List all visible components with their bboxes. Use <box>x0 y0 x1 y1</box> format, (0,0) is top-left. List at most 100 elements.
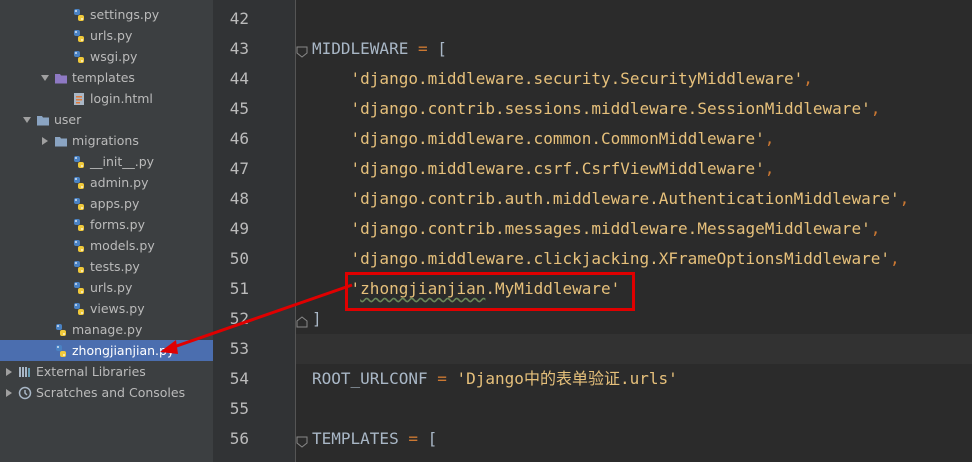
tree-item[interactable]: user <box>0 109 213 130</box>
operator-token: , <box>899 189 910 208</box>
operator-token: = <box>437 369 447 388</box>
tree-item[interactable]: zhongjianjian.py <box>0 340 213 361</box>
tree-item-label: login.html <box>90 91 153 106</box>
operator-token: , <box>870 99 881 118</box>
string-token: 'django.middleware.common.CommonMiddlewa… <box>312 129 765 148</box>
python-file-icon <box>72 260 86 274</box>
tree-item[interactable]: wsgi.py <box>0 46 213 67</box>
current-line-highlight <box>296 334 972 364</box>
tree-item-label: tests.py <box>90 259 140 274</box>
tree-item-label: admin.py <box>90 175 149 190</box>
code-line[interactable]: 'django.middleware.csrf.CsrfViewMiddlewa… <box>312 154 775 184</box>
python-file-icon <box>72 281 86 295</box>
line-number: 43 <box>229 39 249 58</box>
tree-item[interactable]: models.py <box>0 235 213 256</box>
tree-item-label: apps.py <box>90 196 140 211</box>
line-number: 53 <box>229 339 249 358</box>
code-line[interactable]: ] <box>312 304 322 334</box>
python-file-icon <box>72 197 86 211</box>
line-number: 49 <box>229 219 249 238</box>
line-number: 54 <box>229 369 249 388</box>
string-token: 'django.middleware.clickjacking.XFrameOp… <box>312 249 890 268</box>
operator-token: , <box>764 159 775 178</box>
tree-item[interactable]: manage.py <box>0 319 213 340</box>
annotation-highlight-box <box>345 272 635 311</box>
tree-item-label: zhongjianjian.py <box>72 343 175 358</box>
operator-token: , <box>870 219 881 238</box>
folder-icon <box>54 134 68 148</box>
tree-item-label: views.py <box>90 301 145 316</box>
tree-item[interactable]: tests.py <box>0 256 213 277</box>
tree-item-label: External Libraries <box>36 364 146 379</box>
line-number: 47 <box>229 159 249 178</box>
code-line[interactable]: 'django.middleware.clickjacking.XFrameOp… <box>312 244 900 274</box>
line-number: 46 <box>229 129 249 148</box>
operator-token: , <box>803 69 813 88</box>
line-number: 48 <box>229 189 249 208</box>
string-token: 'django.contrib.auth.middleware.Authenti… <box>312 189 900 208</box>
operator-token: = <box>417 39 428 58</box>
tree-item[interactable]: views.py <box>0 298 213 319</box>
line-number: 56 <box>229 429 249 448</box>
chevron-right-icon[interactable] <box>4 387 14 399</box>
code-line[interactable]: 'django.contrib.sessions.middleware.Sess… <box>312 94 881 124</box>
fold-start-icon[interactable] <box>296 43 308 58</box>
tree-item[interactable]: templates <box>0 67 213 88</box>
scratches-icon <box>18 386 32 400</box>
tree-item[interactable]: settings.py <box>0 4 213 25</box>
tree-item[interactable]: migrations <box>0 130 213 151</box>
code-line[interactable]: 'django.contrib.auth.middleware.Authenti… <box>312 184 910 214</box>
project-tool-window: settings.py urls.py wsgi.py templates login.… <box>0 0 213 462</box>
string-token: 'django.contrib.messages.middleware.Mess… <box>312 219 871 238</box>
line-number: 45 <box>229 99 249 118</box>
tree-item[interactable]: apps.py <box>0 193 213 214</box>
code-line[interactable]: 'django.middleware.security.SecurityMidd… <box>312 64 813 94</box>
libraries-icon <box>18 365 32 379</box>
python-file-icon <box>54 323 68 337</box>
string-token: 'django.middleware.security.SecurityMidd… <box>312 69 804 88</box>
tree-item-label: forms.py <box>90 217 145 232</box>
identifier-token: [ <box>417 429 438 448</box>
tree-item[interactable]: login.html <box>0 88 213 109</box>
fold-start-icon[interactable] <box>296 433 308 448</box>
chevron-right-icon[interactable] <box>40 135 50 147</box>
code-line[interactable]: ROOT_URLCONF = 'Django中的表单验证.urls' <box>312 364 678 394</box>
code-line[interactable]: TEMPLATES = [ <box>312 424 437 454</box>
fold-end-icon[interactable] <box>296 313 308 328</box>
tree-item[interactable]: admin.py <box>0 172 213 193</box>
tree-item-label: templates <box>72 70 135 85</box>
tree-item-label: migrations <box>72 133 139 148</box>
code-line[interactable]: MIDDLEWARE = [ <box>312 34 447 64</box>
python-file-icon <box>54 344 68 358</box>
python-file-icon <box>72 8 86 22</box>
tree-item[interactable]: urls.py <box>0 25 213 46</box>
code-line[interactable]: 'django.contrib.messages.middleware.Mess… <box>312 214 881 244</box>
tree-item[interactable]: __init__.py <box>0 151 213 172</box>
tree-item[interactable]: Scratches and Consoles <box>0 382 213 403</box>
string-token: 'Django中的表单验证.urls' <box>446 369 678 388</box>
tree-item[interactable]: forms.py <box>0 214 213 235</box>
tree-item-label: models.py <box>90 238 155 253</box>
python-file-icon <box>72 239 86 253</box>
tree-item[interactable]: urls.py <box>0 277 213 298</box>
tree-item[interactable]: External Libraries <box>0 361 213 382</box>
chevron-right-icon[interactable] <box>4 366 14 378</box>
tree-item-label: urls.py <box>90 28 133 43</box>
folder-icon <box>36 113 50 127</box>
chevron-down-icon[interactable] <box>22 114 32 126</box>
tree-item-label: __init__.py <box>90 154 155 169</box>
chevron-down-icon[interactable] <box>40 72 50 84</box>
tree-item-label: urls.py <box>90 280 133 295</box>
code-line[interactable]: 'django.middleware.common.CommonMiddlewa… <box>312 124 775 154</box>
line-number: 44 <box>229 69 249 88</box>
line-number: 55 <box>229 399 249 418</box>
tree-item-label: manage.py <box>72 322 143 337</box>
